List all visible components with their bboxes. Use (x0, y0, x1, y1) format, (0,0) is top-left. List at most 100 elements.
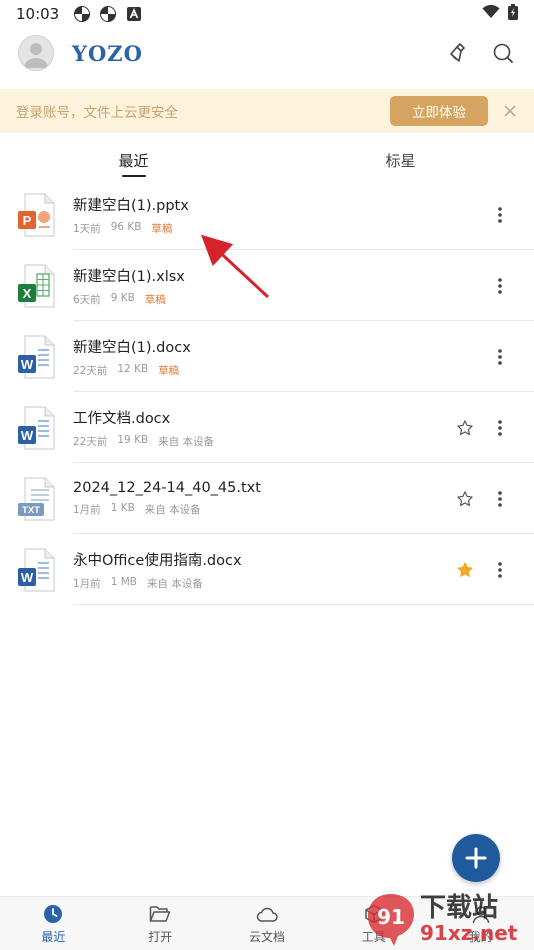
file-time: 22天前 (73, 435, 108, 448)
nav-cloud[interactable]: 云文档 (214, 897, 321, 950)
login-banner: 登录账号，文件上云更安全 立即体验 (0, 89, 534, 133)
file-name: 2024_12_24-14_40_45.txt (73, 480, 261, 496)
file-size: 19 KB (117, 433, 149, 446)
file-row[interactable]: W 永中Office使用指南.docx 1月前 1 MB 来自 本设备 (0, 534, 534, 605)
file-size: 1 MB (110, 575, 137, 588)
more-vertical-icon (498, 490, 502, 507)
star-filled-icon (457, 561, 473, 577)
status-time: 10:03 (16, 5, 60, 23)
battery-icon (508, 4, 518, 24)
file-size: 96 KB (110, 220, 142, 233)
search-icon (493, 43, 513, 63)
file-size: 1 KB (110, 502, 135, 514)
watermark-bottom-text: 91xz.net (420, 921, 518, 945)
file-row[interactable]: TXT 2024_12_24-14_40_45.txt 1月前 1 KB 来自 … (0, 463, 534, 534)
doc-file-icon: W (17, 548, 57, 592)
svg-text:W: W (21, 357, 34, 372)
more-options-button[interactable] (490, 274, 510, 298)
watermark: 91 下载站 91xz.net (364, 888, 534, 950)
banner-close-button[interactable] (502, 103, 518, 119)
more-vertical-icon (498, 348, 502, 365)
star-button[interactable] (454, 559, 476, 581)
clean-icon (450, 43, 465, 62)
more-options-button[interactable] (490, 487, 510, 511)
svg-text:TXT: TXT (22, 505, 40, 516)
a-icon (125, 5, 143, 23)
file-name: 新建空白(1).pptx (73, 197, 189, 214)
clock-icon (42, 903, 64, 925)
file-size: 9 KB (110, 291, 135, 304)
close-icon (504, 105, 516, 117)
folder-icon (149, 903, 171, 925)
nav-label: 云文档 (248, 929, 285, 944)
doc-file-icon: W (17, 335, 57, 379)
watermark-logo-icon: 91 (368, 894, 414, 946)
more-options-button[interactable] (490, 558, 510, 582)
file-row[interactable]: W 新建空白(1).docx 22天前 12 KB 草稿 (0, 321, 534, 392)
more-options-button[interactable] (490, 345, 510, 369)
txt-file-icon: TXT (17, 477, 57, 521)
app-header: YOZO (0, 28, 534, 78)
watermark-top-text: 下载站 (420, 893, 499, 923)
file-row[interactable]: P 新建空白(1).pptx 1天前 96 KB 草稿 (0, 179, 534, 250)
doc-file-icon: W (17, 406, 57, 450)
nav-label: 最近 (41, 929, 66, 944)
cloud-icon (256, 903, 278, 925)
user-avatar-icon (24, 43, 48, 68)
more-options-button[interactable] (490, 203, 510, 227)
star-button[interactable] (454, 488, 476, 510)
file-time: 1月前 (73, 504, 101, 516)
xls-file-icon: X (17, 264, 57, 308)
more-vertical-icon (498, 277, 502, 294)
file-tabs: 最近 标星 (0, 140, 534, 180)
file-draft-tag: 草稿 (151, 222, 173, 235)
clean-button[interactable] (446, 40, 472, 66)
file-size: 12 KB (117, 362, 149, 375)
file-time: 22天前 (73, 364, 108, 377)
plus-icon (465, 847, 487, 869)
file-draft-tag: 草稿 (158, 364, 180, 377)
file-name: 永中Office使用指南.docx (73, 552, 242, 569)
file-name: 工作文档.docx (73, 410, 171, 427)
search-button[interactable] (490, 40, 516, 66)
star-button[interactable] (454, 417, 476, 439)
tab-recent[interactable]: 最近 (0, 140, 267, 180)
pinwheel-icon (73, 5, 91, 23)
tab-starred[interactable]: 标星 (267, 140, 534, 180)
file-row[interactable]: W 工作文档.docx 22天前 19 KB 来自 本设备 (0, 392, 534, 463)
star-outline-icon (457, 419, 473, 435)
file-source: 来自 本设备 (144, 504, 201, 516)
svg-text:P: P (23, 213, 32, 228)
pinwheel-icon (99, 5, 117, 23)
svg-text:91: 91 (377, 905, 405, 929)
try-now-button[interactable]: 立即体验 (390, 96, 488, 126)
nav-open[interactable]: 打开 (107, 897, 214, 950)
status-bar: 10:03 (0, 0, 534, 28)
file-time: 1天前 (73, 222, 101, 235)
file-list: P 新建空白(1).pptx 1天前 96 KB 草稿 X 新建空白(1).xl… (0, 179, 534, 605)
app-logo: YOZO (72, 40, 143, 66)
file-time: 1月前 (73, 577, 101, 590)
more-vertical-icon (498, 206, 502, 223)
nav-recent[interactable]: 最近 (0, 897, 107, 950)
svg-text:W: W (21, 428, 34, 443)
banner-text: 登录账号，文件上云更安全 (16, 105, 178, 121)
ppt-file-icon: P (17, 193, 57, 237)
svg-text:W: W (21, 570, 34, 585)
more-vertical-icon (498, 561, 502, 578)
file-name: 新建空白(1).docx (73, 339, 191, 356)
file-draft-tag: 草稿 (144, 293, 166, 306)
file-source: 来自 本设备 (146, 577, 203, 590)
more-options-button[interactable] (490, 416, 510, 440)
file-time: 6天前 (73, 293, 101, 306)
avatar[interactable] (18, 35, 54, 71)
star-outline-icon (457, 490, 473, 506)
file-name: 新建空白(1).xlsx (73, 268, 185, 285)
svg-text:X: X (23, 286, 32, 301)
file-source: 来自 本设备 (158, 435, 215, 448)
file-row[interactable]: X 新建空白(1).xlsx 6天前 9 KB 草稿 (0, 250, 534, 321)
more-vertical-icon (498, 419, 502, 436)
create-file-button[interactable] (452, 834, 500, 882)
nav-label: 打开 (148, 929, 173, 944)
wifi-icon (482, 4, 500, 23)
